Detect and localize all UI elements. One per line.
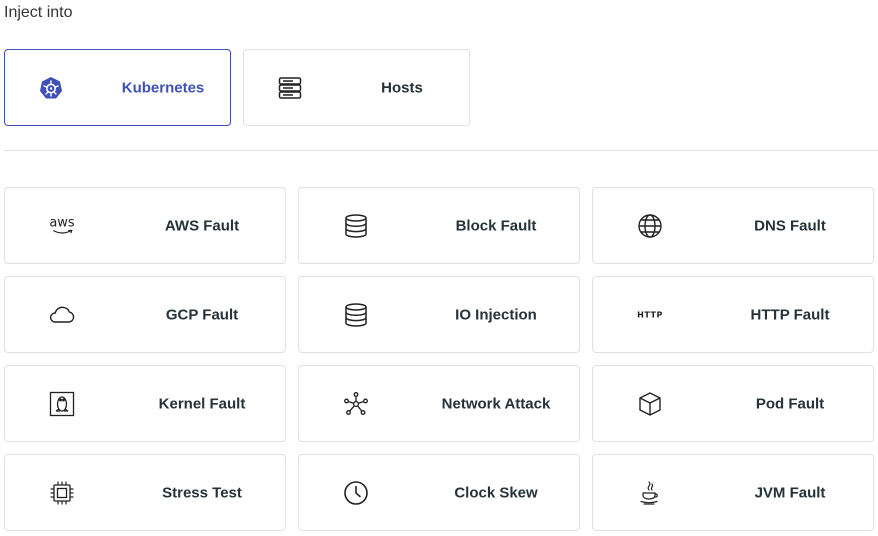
- fault-label: DNS Fault: [754, 217, 826, 234]
- fault-label: IO Injection: [455, 306, 537, 323]
- linux-icon: [49, 391, 75, 417]
- inject-into-heading: Inject into: [4, 4, 73, 21]
- target-kubernetes[interactable]: Kubernetes: [4, 49, 231, 126]
- section-divider: [4, 150, 878, 151]
- fault-label: Stress Test: [162, 484, 242, 501]
- fault-label: AWS Fault: [164, 217, 240, 234]
- fault-label: Kernel Fault: [158, 395, 246, 412]
- fault-stress-test[interactable]: Stress Test: [4, 454, 286, 531]
- cpu-icon: [49, 480, 75, 506]
- fault-kernel[interactable]: Kernel Fault: [4, 365, 286, 442]
- fault-label: HTTP Fault: [750, 306, 830, 323]
- clock-icon: [343, 480, 369, 506]
- fault-label: JVM Fault: [754, 484, 826, 501]
- database-icon: [343, 213, 369, 239]
- fault-io-injection[interactable]: IO Injection: [298, 276, 580, 353]
- kubernetes-icon: [39, 76, 63, 100]
- fault-network-attack[interactable]: Network Attack: [298, 365, 580, 442]
- globe-icon: [637, 213, 663, 239]
- fault-label: Block Fault: [455, 217, 537, 234]
- fault-label: Pod Fault: [755, 395, 825, 412]
- server-icon: [277, 75, 303, 101]
- target-label: Hosts: [381, 79, 423, 96]
- fault-jvm[interactable]: JVM Fault: [592, 454, 874, 531]
- fault-label: Network Attack: [441, 395, 551, 412]
- fault-block[interactable]: Block Fault: [298, 187, 580, 264]
- cube-icon: [637, 391, 663, 417]
- cloud-icon: [48, 304, 76, 326]
- fault-label: Clock Skew: [454, 484, 538, 501]
- java-icon: [638, 480, 662, 506]
- fault-http[interactable]: HTTP HTTP Fault: [592, 276, 874, 353]
- fault-clock-skew[interactable]: Clock Skew: [298, 454, 580, 531]
- fault-pod[interactable]: Pod Fault: [592, 365, 874, 442]
- fault-aws[interactable]: aws AWS Fault: [4, 187, 286, 264]
- target-hosts[interactable]: Hosts: [243, 49, 470, 126]
- aws-icon: aws: [49, 216, 75, 235]
- fault-dns[interactable]: DNS Fault: [592, 187, 874, 264]
- target-label: Kubernetes: [121, 79, 205, 96]
- fault-label: GCP Fault: [165, 306, 239, 323]
- fault-gcp[interactable]: GCP Fault: [4, 276, 286, 353]
- database-icon: [343, 302, 369, 328]
- http-icon: HTTP: [637, 310, 663, 319]
- network-icon: [343, 391, 369, 417]
